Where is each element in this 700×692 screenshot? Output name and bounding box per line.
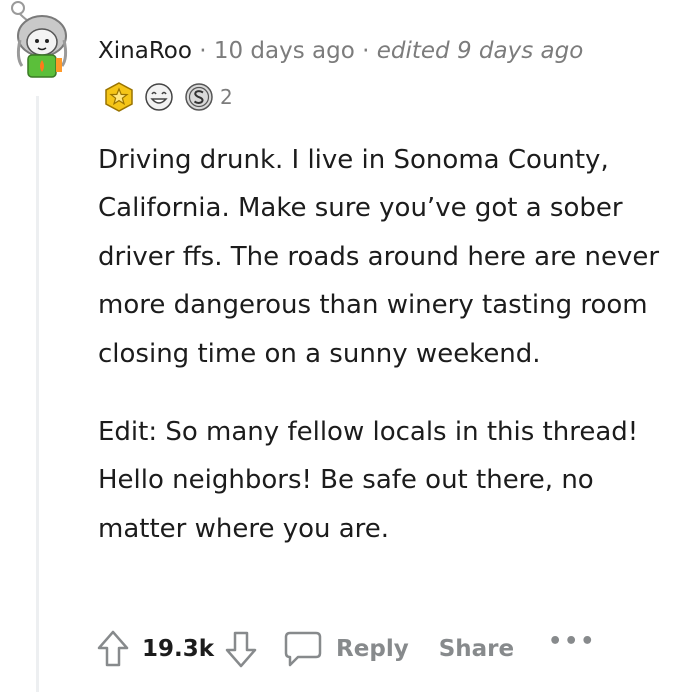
laughing-face-award-icon[interactable] <box>144 82 174 112</box>
username-link[interactable]: XinaRoo <box>98 38 192 64</box>
awards-bar[interactable]: 2 <box>104 80 233 114</box>
share-button[interactable]: Share <box>439 636 514 662</box>
separator-dot: · <box>199 38 207 64</box>
downvote-button[interactable] <box>224 629 258 669</box>
edited-label: edited 9 days ago <box>376 38 584 64</box>
upvote-button[interactable] <box>96 629 130 669</box>
more-options-button[interactable]: ••• <box>548 629 596 654</box>
vote-count: 19.3k <box>142 636 215 662</box>
comment-body: Driving drunk. I live in Sonoma County, … <box>98 136 688 553</box>
speech-bubble-icon <box>284 631 322 667</box>
gold-star-award-icon[interactable] <box>104 82 134 112</box>
comment-actions-bar: 19.3k Reply Share ••• <box>96 624 596 674</box>
reply-label: Reply <box>336 636 409 662</box>
upvote-arrow-icon <box>97 630 129 667</box>
timestamp-link[interactable]: 10 days ago <box>214 38 355 64</box>
award-count: 2 <box>220 85 233 109</box>
thread-line[interactable] <box>36 96 39 692</box>
separator-dot: · <box>362 38 370 64</box>
downvote-arrow-icon <box>225 631 257 668</box>
silver-s-award-icon[interactable] <box>184 82 214 112</box>
reply-button[interactable]: Reply <box>282 629 409 669</box>
comment-paragraph: Driving drunk. I live in Sonoma County, … <box>98 145 660 369</box>
comment-paragraph-edit: Edit: So many fellow locals in this thre… <box>98 417 639 544</box>
comment-header: XinaRoo · 10 days ago · edited 9 days ag… <box>98 36 583 66</box>
user-avatar[interactable] <box>6 0 78 84</box>
